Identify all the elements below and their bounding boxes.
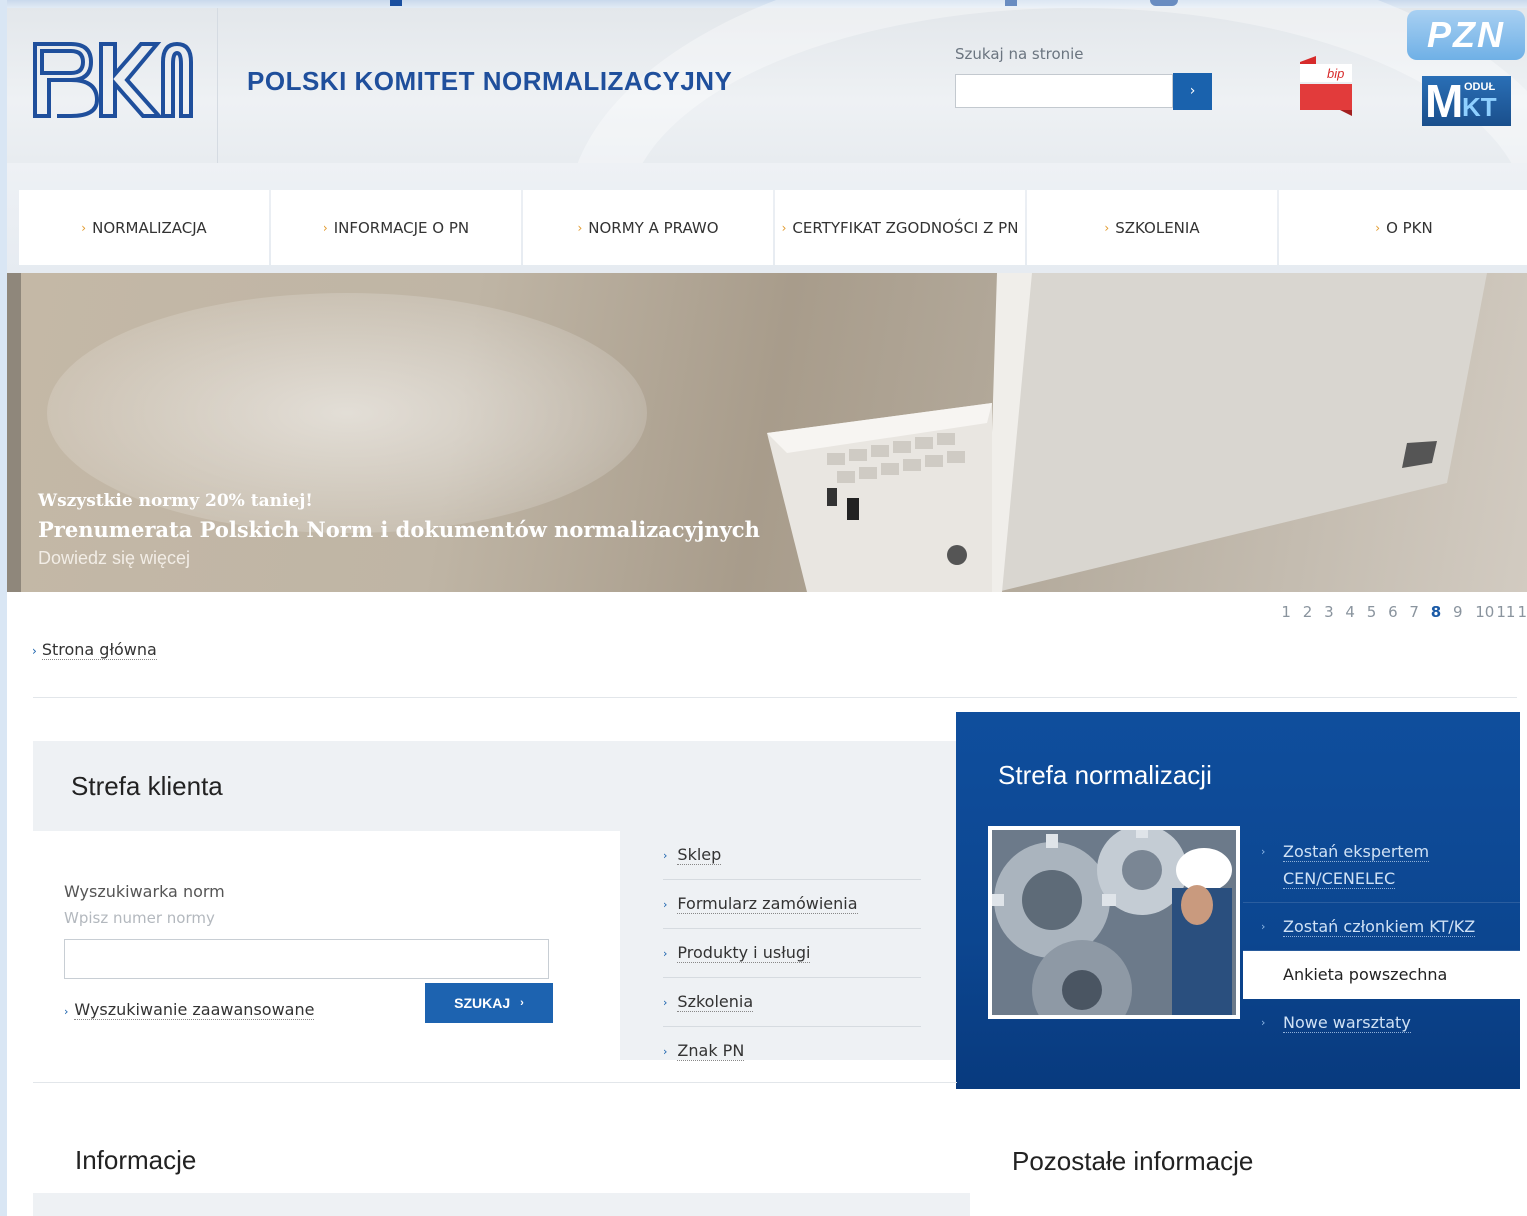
client-zone-links: › Sklep › Formularz zamówienia › Produkty i… <box>620 831 957 1061</box>
breadcrumb: › Strona główna <box>32 640 157 660</box>
chevron-right-icon: › <box>781 220 787 235</box>
divider <box>33 697 1517 698</box>
org-name: POLSKI KOMITET NORMALIZACYJNY <box>247 66 733 96</box>
banner-more-link[interactable]: Dowiedz się więcej <box>38 548 760 569</box>
nav-item-szkolenia[interactable]: › SZKOLENIA <box>1027 190 1277 265</box>
chevron-right-icon: › <box>577 220 583 235</box>
modul-kt-logo[interactable]: M ODUŁ KT <box>1422 76 1511 126</box>
norm-search-panel: Wyszukiwarka norm Wpisz numer normy › Wys… <box>33 831 620 1060</box>
page: POLSKI KOMITET NORMALIZACYJNY Szukaj na … <box>7 0 1527 1216</box>
chevron-right-icon: › <box>1104 220 1110 235</box>
main-nav: › NORMALIZACJA › INFORMACJE O PN › NORMY A … <box>19 190 1527 265</box>
nav-item-o-pkn[interactable]: › O PKN <box>1279 190 1527 265</box>
pager-page-2[interactable]: 2 <box>1303 603 1313 621</box>
client-zone-header: Strefa klienta <box>33 741 957 831</box>
breadcrumb-home-link[interactable]: Strona główna <box>41 640 157 660</box>
pzn-logo[interactable]: PZN <box>1407 10 1525 60</box>
chevron-right-icon: › <box>64 1005 69 1018</box>
norm-search-label: Wyszukiwarka norm <box>64 882 225 901</box>
promo-banner[interactable]: Wszystkie normy 20% taniej! Prenumerata … <box>7 273 1527 592</box>
nav-item-informacje-o-pn[interactable]: › INFORMACJE O PN <box>271 190 521 265</box>
laptop-image <box>767 273 1487 592</box>
chevron-right-icon: › <box>663 946 668 960</box>
divider <box>33 1082 957 1083</box>
chevron-right-icon: › <box>81 220 87 235</box>
nav-item-normy-a-prawo[interactable]: › NORMY A PRAWO <box>523 190 773 265</box>
chevron-right-icon: › <box>322 220 328 235</box>
link-ankieta-powszechna[interactable]: ›Ankieta powszechna <box>1243 951 1520 999</box>
banner-headline: Wszystkie normy 20% taniej! <box>38 491 313 511</box>
site-search-input[interactable] <box>955 74 1173 108</box>
gears-worker-image <box>988 826 1240 1019</box>
norm-search-input[interactable] <box>64 939 549 979</box>
site-search-button[interactable]: › <box>1173 73 1212 110</box>
link-szkolenia[interactable]: › Szkolenia <box>663 978 921 1027</box>
pager-page-9[interactable]: 9 <box>1453 603 1463 621</box>
pager-page-1[interactable]: 1 <box>1281 603 1291 621</box>
pager-page-7[interactable]: 7 <box>1409 603 1419 621</box>
pager-page-12[interactable]: 1 <box>1517 603 1527 621</box>
link-zostan-ekspertem[interactable]: › Zostań ekspertem CEN/CENELEC <box>1243 828 1520 903</box>
norm-search-button[interactable]: SZUKAJ › <box>425 983 553 1023</box>
site-search-label: Szukaj na stronie <box>955 45 1084 63</box>
site-header: POLSKI KOMITET NORMALIZACYJNY Szukaj na … <box>7 0 1527 488</box>
pager-page-8[interactable]: 8 <box>1431 603 1441 621</box>
pager-page-10[interactable]: 10 <box>1475 603 1494 621</box>
chevron-right-icon: › <box>663 848 668 862</box>
standardization-zone-links: › Zostań ekspertem CEN/CENELEC › Zostań cz… <box>1243 828 1520 1046</box>
link-znak-pn[interactable]: › Znak PN <box>663 1027 921 1075</box>
chevron-right-icon: › <box>520 997 524 1009</box>
chevron-right-icon: › <box>1375 220 1381 235</box>
pager-page-3[interactable]: 3 <box>1324 603 1334 621</box>
pkn-logo-icon[interactable] <box>31 40 196 120</box>
link-zostan-czlonkiem[interactable]: › Zostań członkiem KT/KZ <box>1243 903 1520 951</box>
link-nowe-warsztaty[interactable]: › Nowe warsztaty <box>1243 999 1520 1046</box>
client-zone-title: Strefa klienta <box>71 771 223 801</box>
nav-item-normalizacja[interactable]: › NORMALIZACJA <box>19 190 269 265</box>
news-list <box>33 1193 970 1216</box>
chevron-right-icon: › <box>32 644 37 658</box>
link-produkty-i-uslugi[interactable]: › Produkty i usługi <box>663 929 921 978</box>
link-formularz-zamowienia[interactable]: › Formularz zamówienia <box>663 880 921 929</box>
banner-title[interactable]: Prenumerata Polskich Norm i dokumentów n… <box>38 517 760 542</box>
banner-caption: Wszystkie normy 20% taniej! Prenumerata … <box>38 491 760 569</box>
chevron-right-icon: › <box>663 1044 668 1058</box>
chevron-right-icon: › <box>663 995 668 1009</box>
standardization-zone: Strefa normalizacji › Zostań ekspertem C… <box>956 712 1520 1089</box>
chevron-right-icon: › <box>1261 1016 1266 1029</box>
chevron-right-icon: › <box>1261 845 1266 858</box>
pager-page-11[interactable]: 11 <box>1496 603 1515 621</box>
chevron-right-icon: › <box>1261 920 1266 933</box>
news-section-title: Informacje <box>75 1145 197 1175</box>
pager-page-4[interactable]: 4 <box>1345 603 1355 621</box>
other-news-section-title: Pozostałe informacje <box>1012 1146 1254 1176</box>
pager-page-6[interactable]: 6 <box>1388 603 1398 621</box>
pager-page-5[interactable]: 5 <box>1367 603 1377 621</box>
main-nav-wrapper: › NORMALIZACJA › INFORMACJE O PN › NORMY A … <box>7 163 1527 273</box>
nav-item-certyfikat[interactable]: › CERTYFIKAT ZGODNOŚCI Z PN <box>775 190 1025 265</box>
link-sklep[interactable]: › Sklep <box>663 831 921 880</box>
standardization-zone-title: Strefa normalizacji <box>998 760 1212 790</box>
svg-text:bip: bip <box>1327 66 1344 81</box>
advanced-search-link[interactable]: › Wyszukiwanie zaawansowane <box>64 1000 315 1020</box>
banner-pager: 1 2 3 4 5 6 7 8 9 10 11 1 <box>1274 603 1527 621</box>
norm-search-hint: Wpisz numer normy <box>64 909 215 927</box>
chevron-right-icon: › <box>663 897 668 911</box>
bip-logo-icon[interactable]: bip <box>1300 56 1352 116</box>
